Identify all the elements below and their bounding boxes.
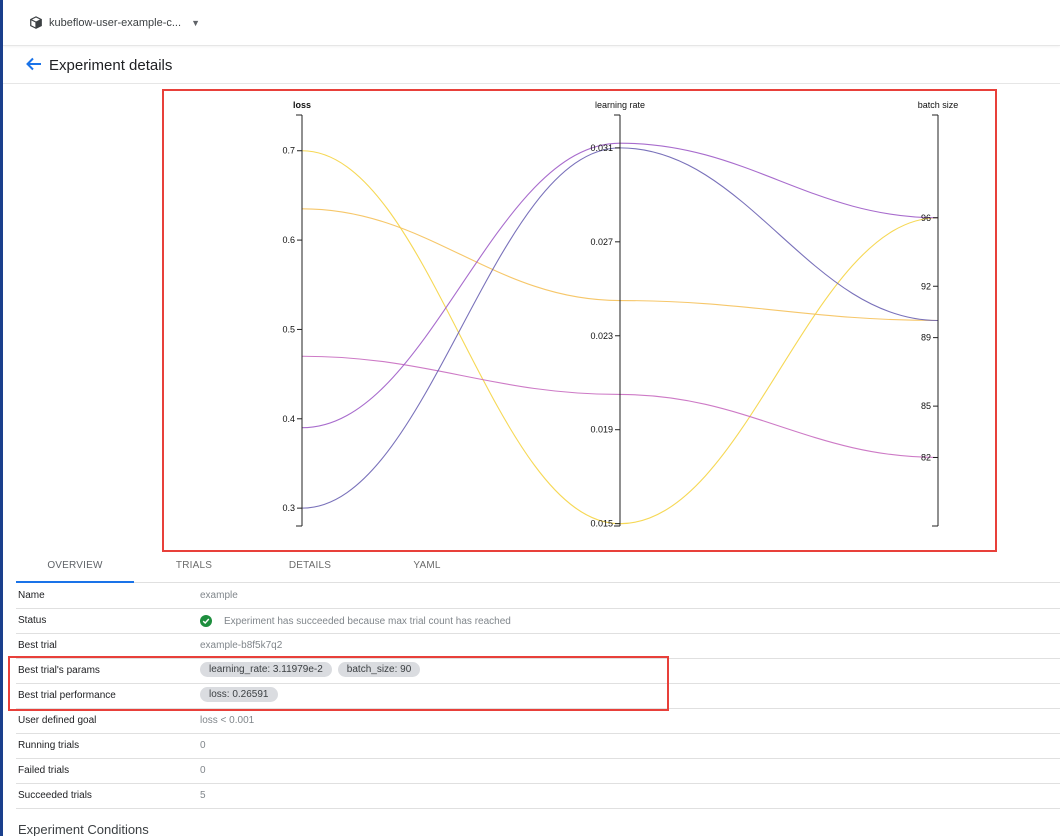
tab-details[interactable]: DETAILS [280, 555, 340, 583]
tab-bar: OVERVIEW TRIALS DETAILS YAML [16, 555, 1060, 583]
row-key: Failed trials [18, 765, 70, 776]
row-key: Succeeded trials [18, 790, 92, 801]
best-trial-highlight-box [8, 656, 669, 711]
status-text: Experiment has succeeded because max tri… [224, 615, 511, 627]
tab-yaml[interactable]: YAML [404, 555, 450, 583]
row-value: 0 [200, 740, 206, 751]
table-row: Running trials 0 [16, 734, 1060, 759]
row-value: 0 [200, 765, 206, 776]
row-key: Running trials [18, 740, 80, 751]
row-key: Status [18, 615, 47, 626]
table-row: Failed trials 0 [16, 759, 1060, 784]
chart-highlight-box [162, 89, 997, 552]
row-value: loss < 0.001 [200, 715, 255, 726]
row-value: example-b8f5k7q2 [200, 640, 283, 651]
table-row: Succeeded trials 5 [16, 784, 1060, 809]
row-key: User defined goal [18, 715, 97, 726]
check-circle-icon [200, 615, 212, 627]
row-key: Best trial [18, 640, 57, 651]
conditions-heading: Experiment Conditions [18, 822, 149, 836]
table-row: Name example [16, 584, 1060, 609]
row-value: example [200, 590, 238, 601]
row-key: Name [18, 590, 45, 601]
row-value: Experiment has succeeded because max tri… [200, 615, 511, 627]
table-row: Status Experiment has succeeded because … [16, 609, 1060, 634]
table-row: User defined goal loss < 0.001 [16, 709, 1060, 734]
tab-trials[interactable]: TRIALS [166, 555, 222, 583]
tab-overview[interactable]: OVERVIEW [16, 555, 134, 583]
row-value: 5 [200, 790, 206, 801]
